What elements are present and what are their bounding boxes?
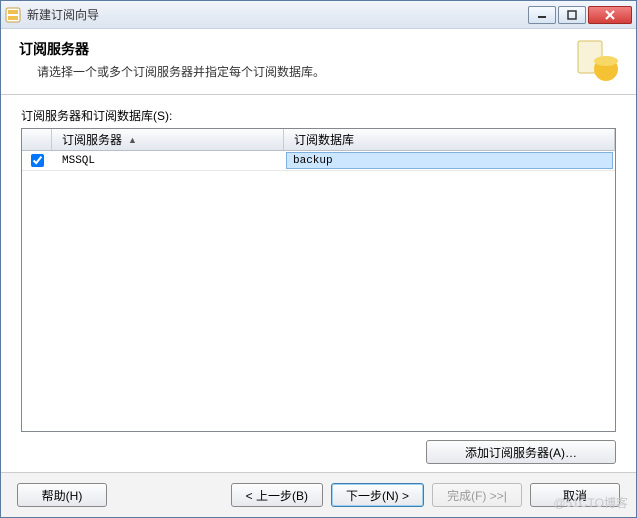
row-database-cell[interactable]: backup [286, 152, 613, 169]
window-controls [528, 6, 632, 24]
header-subscriber-label: 订阅服务器 [62, 131, 122, 148]
titlebar: 新建订阅向导 [1, 1, 636, 29]
header-database[interactable]: 订阅数据库 [284, 129, 615, 150]
grid-body: MSSQL backup [22, 151, 615, 431]
row-checkbox[interactable] [31, 154, 44, 167]
window-title: 新建订阅向导 [27, 6, 528, 23]
sort-ascending-icon: ▲ [128, 135, 137, 145]
cancel-button[interactable]: 取消 [530, 483, 620, 507]
row-checkbox-cell [22, 151, 52, 170]
minimize-button[interactable] [528, 6, 556, 24]
header-database-label: 订阅数据库 [294, 131, 354, 148]
add-subscriber-button[interactable]: 添加订阅服务器(A)… [426, 440, 616, 464]
subscribers-grid: 订阅服务器 ▲ 订阅数据库 MSSQL backup [21, 128, 616, 432]
banner-subtitle: 请选择一个或多个订阅服务器并指定每个订阅数据库。 [19, 63, 618, 80]
app-icon [5, 7, 21, 23]
table-row[interactable]: MSSQL backup [22, 151, 615, 171]
header-subscriber[interactable]: 订阅服务器 ▲ [52, 129, 284, 150]
next-button[interactable]: 下一步(N) > [331, 483, 424, 507]
row-server-cell: MSSQL [52, 151, 284, 170]
finish-button: 完成(F) >>| [432, 483, 522, 507]
content-area: 订阅服务器和订阅数据库(S): 订阅服务器 ▲ 订阅数据库 MSSQL [1, 95, 636, 472]
grid-header: 订阅服务器 ▲ 订阅数据库 [22, 129, 615, 151]
close-button[interactable] [588, 6, 632, 24]
table-label: 订阅服务器和订阅数据库(S): [21, 107, 616, 124]
back-button[interactable]: < 上一步(B) [231, 483, 323, 507]
add-server-row: 添加订阅服务器(A)… [21, 440, 616, 464]
wizard-footer: 帮助(H) < 上一步(B) 下一步(N) > 完成(F) >>| 取消 [1, 472, 636, 517]
help-button[interactable]: 帮助(H) [17, 483, 107, 507]
banner-heading: 订阅服务器 [19, 39, 618, 59]
maximize-button[interactable] [558, 6, 586, 24]
banner-icon [574, 37, 622, 85]
header-checkbox-col [22, 129, 52, 150]
wizard-banner: 订阅服务器 请选择一个或多个订阅服务器并指定每个订阅数据库。 [1, 29, 636, 95]
wizard-window: 新建订阅向导 订阅服务器 请选择一个或多个订阅服务器并指定每个订阅数据库。 [0, 0, 637, 518]
